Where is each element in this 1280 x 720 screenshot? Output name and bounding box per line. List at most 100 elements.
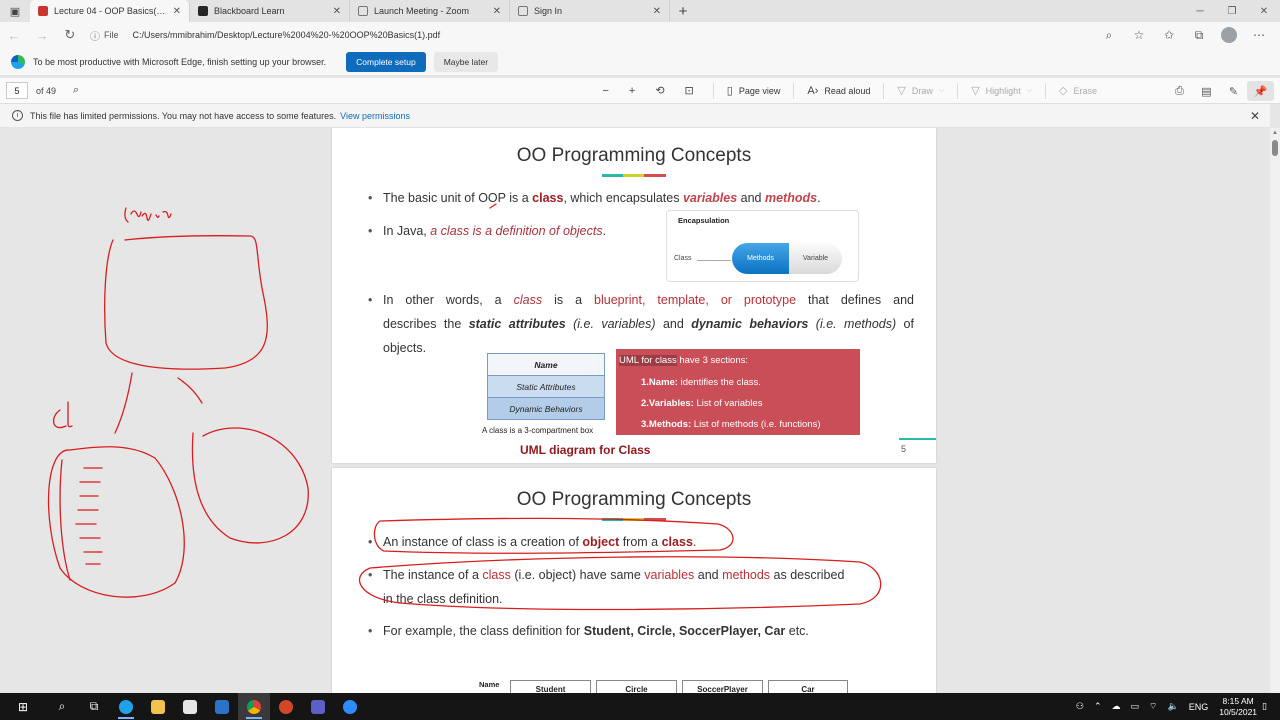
- info-icon: ⓘ: [90, 31, 100, 43]
- page-icon: [358, 6, 368, 16]
- clock-time: 8:15 AM: [1222, 695, 1254, 706]
- close-icon[interactable]: ✕: [173, 6, 181, 17]
- tab-label: Lecture 04 - OOP Basics(1).pdf: [54, 6, 169, 16]
- scrollbar[interactable]: ▲: [1270, 128, 1280, 693]
- powerpoint-icon[interactable]: [270, 693, 302, 720]
- teams-icon[interactable]: [302, 693, 334, 720]
- clock-date: 10/5/2021: [1219, 706, 1258, 717]
- draw-label: Draw: [911, 85, 933, 96]
- permissions-text: This file has limited permissions. You m…: [30, 110, 337, 121]
- close-icon[interactable]: ✕: [1250, 109, 1260, 123]
- volume-icon[interactable]: 🔈: [1167, 701, 1178, 712]
- uml-box-intro: have 3 sections:: [676, 355, 749, 366]
- save-as-icon[interactable]: ✎: [1220, 85, 1247, 98]
- restore-icon[interactable]: ❐: [1216, 0, 1248, 22]
- erase-label: Erase: [1073, 85, 1097, 96]
- language-indicator[interactable]: ENG: [1189, 702, 1209, 712]
- tab-actions-icon[interactable]: ▣: [0, 0, 30, 22]
- chevron-down-icon[interactable]: ⌵: [1027, 87, 1032, 95]
- chevron-up-icon[interactable]: ⌃: [1094, 701, 1102, 712]
- favorites-icon[interactable]: ✩: [1154, 28, 1184, 42]
- ink-blob: [191, 427, 309, 544]
- forward-icon[interactable]: →: [28, 22, 56, 48]
- uml-row-name: 1.Name: identifies the class.: [641, 377, 761, 388]
- chrome-icon[interactable]: [238, 693, 270, 720]
- scroll-up-icon[interactable]: ▲: [1272, 130, 1278, 136]
- onedrive-icon[interactable]: ☁: [1112, 701, 1121, 712]
- avatar[interactable]: [1221, 27, 1237, 43]
- diagram-class-label: Class: [674, 255, 692, 262]
- uml-row-variables: 2.Variables: List of variables: [641, 398, 763, 409]
- complete-setup-button[interactable]: Complete setup: [346, 51, 426, 72]
- edge-taskbar-icon[interactable]: [110, 693, 142, 720]
- rotate-icon[interactable]: ⟲: [648, 78, 677, 104]
- close-icon[interactable]: ✕: [653, 6, 661, 17]
- refresh-icon[interactable]: ↻: [56, 22, 84, 48]
- zoom-app-icon[interactable]: [334, 693, 366, 720]
- permissions-banner: i This file has limited permissions. You…: [0, 104, 1270, 128]
- close-window-icon[interactable]: ✕: [1248, 0, 1280, 22]
- uml-sections-box: UML for class have 3 sections: 1.Name: i…: [616, 349, 860, 435]
- taskbar: ⊞ ⌕ ⧉ ⚇ ⌃ ☁ ▭ ⌔ 🔈 ENG 8:15 AM 10/5/2021 …: [0, 693, 1280, 720]
- arrow: [697, 260, 731, 261]
- back-icon[interactable]: ←: [0, 22, 28, 48]
- clock[interactable]: 8:15 AM 10/5/2021: [1219, 696, 1257, 718]
- page-count: of 49: [36, 85, 57, 96]
- table-name-label: Name: [479, 680, 500, 689]
- read-aloud-label: Read aloud: [824, 85, 871, 96]
- url-field[interactable]: ⓘ File C:/Users/mmibrahim/Desktop/Lectur…: [84, 25, 1044, 45]
- zoom-out-icon[interactable]: −: [595, 78, 621, 104]
- bullet-2: • In Java, a class is a definition of ob…: [368, 224, 607, 238]
- divider: [793, 82, 795, 99]
- windows-start-icon[interactable]: ⊞: [0, 693, 46, 720]
- task-view-icon[interactable]: ⧉: [78, 693, 110, 720]
- maybe-later-button[interactable]: Maybe later: [433, 51, 499, 72]
- view-permissions-link[interactable]: View permissions: [340, 111, 410, 121]
- file-explorer-icon[interactable]: [142, 693, 174, 720]
- tab-lecture-pdf[interactable]: Lecture 04 - OOP Basics(1).pdf ✕: [30, 0, 190, 22]
- page-number-input[interactable]: 5: [6, 82, 28, 99]
- page-icon: [518, 6, 528, 16]
- page-number: 5: [900, 444, 906, 454]
- notifications-icon[interactable]: ▯: [1262, 701, 1267, 712]
- new-tab-icon[interactable]: +: [670, 0, 696, 22]
- class-box-soccerplayer: SoccerPlayer: [682, 680, 763, 693]
- pin-toolbar-icon[interactable]: 📌: [1247, 81, 1274, 101]
- zoom-icon[interactable]: ⌕: [1094, 28, 1124, 43]
- minimize-icon[interactable]: ─: [1184, 0, 1216, 22]
- page-view-button[interactable]: ▯ Page view: [720, 78, 788, 104]
- close-icon[interactable]: ✕: [333, 6, 341, 17]
- mail-icon[interactable]: [206, 693, 238, 720]
- draw-button[interactable]: ▽ Draw ⌵: [890, 78, 951, 104]
- scrollbar-thumb[interactable]: [1272, 140, 1278, 156]
- network-icon[interactable]: ⌔: [1149, 701, 1157, 712]
- print-icon[interactable]: ⎙: [1166, 85, 1193, 98]
- fit-page-icon[interactable]: ⊡: [678, 78, 707, 104]
- store-icon[interactable]: [174, 693, 206, 720]
- close-icon[interactable]: ✕: [493, 6, 501, 17]
- pdf-viewer[interactable]: OO Programming Concepts • The basic unit…: [0, 128, 1270, 693]
- zoom-in-icon[interactable]: +: [622, 78, 648, 104]
- slide-title: OO Programming Concepts: [516, 145, 752, 166]
- address-bar: ← → ↻ ⓘ File C:/Users/mmibrahim/Desktop/…: [0, 22, 1280, 48]
- tab-blackboard[interactable]: Blackboard Learn ✕: [190, 0, 350, 22]
- uml-name-cell: Name: [487, 353, 605, 376]
- collections-icon[interactable]: ⧉: [1184, 28, 1214, 43]
- save-icon[interactable]: ▤: [1193, 85, 1220, 98]
- battery-icon[interactable]: ▭: [1131, 701, 1140, 712]
- highlight-button[interactable]: ▽ Highlight ⌵: [964, 78, 1039, 104]
- more-icon[interactable]: ⋯: [1244, 28, 1274, 42]
- uml-behaviors-cell: Dynamic Behaviors: [487, 397, 605, 420]
- bullet-1: • The basic unit of OOP is a class, whic…: [368, 191, 821, 205]
- ink-letters: [52, 401, 73, 429]
- favorite-add-icon[interactable]: ☆: [1124, 28, 1154, 42]
- tab-sign-in[interactable]: Sign In ✕: [510, 0, 670, 22]
- read-aloud-button[interactable]: A› Read aloud: [800, 78, 877, 104]
- chevron-down-icon[interactable]: ⌵: [939, 87, 944, 95]
- search-icon[interactable]: ⌕: [46, 693, 78, 720]
- people-icon[interactable]: ⚇: [1076, 701, 1084, 712]
- divider: [957, 82, 959, 99]
- search-icon[interactable]: ⌕: [66, 78, 92, 104]
- tab-zoom[interactable]: Launch Meeting - Zoom ✕: [350, 0, 510, 22]
- erase-button[interactable]: ◇ Erase: [1052, 78, 1104, 104]
